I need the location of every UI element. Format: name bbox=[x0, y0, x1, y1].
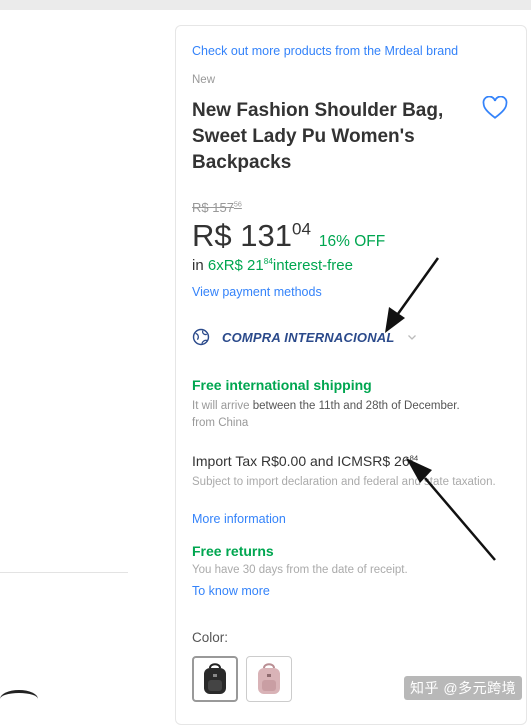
condition-label: New bbox=[192, 74, 216, 86]
original-price: R$ 15756 bbox=[192, 200, 242, 215]
product-title: New Fashion Shoulder Bag, Sweet Lady Pu … bbox=[192, 100, 444, 173]
payment-methods-link[interactable]: View payment methods bbox=[192, 285, 322, 299]
price-row: R$ 13104 16% OFF bbox=[192, 218, 385, 254]
product-info-panel: Check out more products from the Mrdeal … bbox=[175, 25, 527, 725]
chevron-down-icon bbox=[407, 335, 416, 340]
installments-text: in 6xR$ 2184interest-free bbox=[192, 257, 353, 274]
color-swatch-black[interactable] bbox=[192, 656, 238, 702]
international-label: COMPRA INTERNACIONAL bbox=[222, 329, 395, 345]
shipping-detail: It will arrive between the 11th and 28th… bbox=[192, 400, 460, 429]
more-information-link[interactable]: More information bbox=[192, 512, 286, 526]
heart-icon[interactable] bbox=[482, 96, 508, 120]
returns-subtitle: You have 30 days from the date of receip… bbox=[192, 564, 408, 576]
globe-icon bbox=[192, 328, 210, 346]
know-more-link[interactable]: To know more bbox=[192, 584, 270, 598]
top-bar bbox=[0, 0, 531, 10]
color-label: Color: bbox=[192, 630, 229, 645]
product-image-edge bbox=[0, 690, 38, 708]
watermark: 知乎 @多元跨境 bbox=[404, 676, 523, 700]
black-backpack-icon bbox=[204, 663, 226, 694]
import-tax: Import Tax R$0.00 and ICMSR$ 2684 bbox=[192, 453, 419, 469]
tax-subtitle: Subject to import declaration and federa… bbox=[192, 476, 496, 488]
discount-badge: 16% OFF bbox=[318, 233, 386, 250]
returns-title: Free returns bbox=[192, 543, 274, 559]
brand-link[interactable]: Check out more products from the Mrdeal … bbox=[192, 44, 458, 58]
left-divider bbox=[0, 572, 128, 573]
international-purchase-toggle[interactable]: COMPRA INTERNACIONAL bbox=[192, 328, 417, 346]
pink-backpack-icon bbox=[258, 663, 280, 694]
shipping-title: Free international shipping bbox=[192, 377, 372, 393]
color-swatch-pink[interactable] bbox=[246, 656, 292, 702]
current-price: R$ 13104 bbox=[192, 218, 311, 253]
